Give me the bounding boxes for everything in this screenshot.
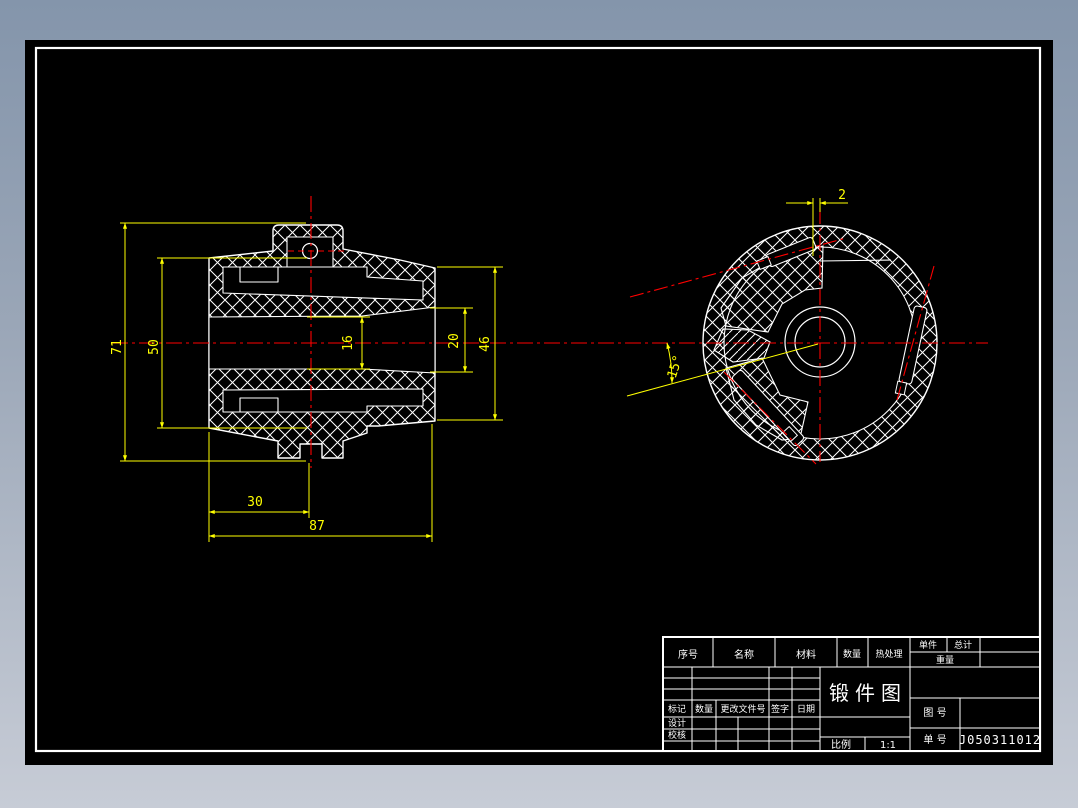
dim-flange-height: 50 (147, 339, 162, 355)
col-name: 名称 (734, 648, 754, 661)
cad-viewport[interactable]: 71 50 16 20 46 30 87 2 15° 序号 名称 材料 数量 热… (0, 0, 1078, 808)
sig-signature: 签字 (771, 703, 789, 715)
sig-check: 校核 (668, 729, 686, 741)
scale-label: 比例 (831, 738, 851, 751)
dim-bore-right: 20 (447, 333, 462, 349)
dim-right-face-height: 46 (478, 336, 493, 352)
title-block: 序号 名称 材料 数量 热处理 单件 总计 重量 标记 数量 更改文件号 签字 … (662, 636, 1041, 752)
col-material: 材料 (796, 648, 816, 661)
upper-left-recess (239, 266, 279, 283)
part-no-label: 单 号 (923, 734, 946, 746)
sig-mark: 标记 (668, 703, 686, 715)
col-heat-treatment: 热处理 (875, 648, 902, 660)
sig-quantity: 数量 (695, 703, 713, 715)
col-quantity: 数量 (843, 648, 861, 660)
dim-overall-length: 87 (309, 519, 325, 534)
part-no-value: J050311012 (959, 733, 1041, 747)
col-weight: 重量 (936, 654, 954, 666)
drawing-title: 锻件图 (829, 681, 907, 705)
front-section-view (208, 224, 436, 459)
dim-slot-offset: 2 (838, 188, 846, 203)
cad-drawing-canvas[interactable]: 71 50 16 20 46 30 87 2 15° 序号 名称 材料 数量 热… (0, 0, 1078, 808)
lower-left-recess (239, 397, 279, 413)
col-unit-piece: 单件 (919, 639, 937, 651)
sig-design: 设计 (668, 717, 686, 729)
col-serial-no: 序号 (678, 648, 698, 661)
dim-overall-height: 71 (110, 339, 125, 355)
dim-boss-offset: 30 (247, 495, 263, 510)
sig-date: 日期 (797, 704, 815, 715)
sig-change-doc-no: 更改文件号 (720, 703, 765, 715)
scale-value: 1:1 (880, 740, 896, 751)
dim-bore-left: 16 (341, 335, 356, 351)
col-total: 总计 (954, 639, 972, 651)
fig-no-label: 图 号 (923, 707, 946, 719)
